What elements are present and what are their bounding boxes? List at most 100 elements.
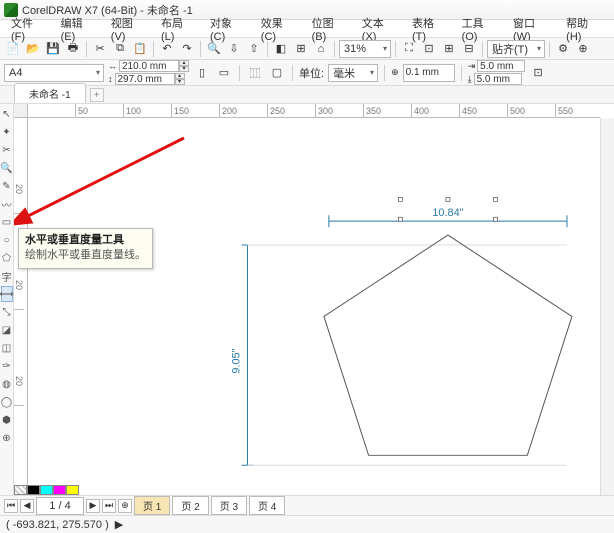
menu-file[interactable]: 文件(F)	[4, 15, 54, 43]
menu-bar: 文件(F) 编辑(E) 视图(V) 布局(L) 对象(C) 效果(C) 位图(B…	[0, 20, 614, 38]
tooltip-title: 水平或垂直度量工具	[25, 233, 146, 248]
outline-tool-icon[interactable]: ◯	[1, 394, 13, 410]
text-tool-icon[interactable]: 字	[1, 268, 13, 284]
dup-x-input[interactable]: 5.0 mm	[477, 60, 525, 72]
page-tab-4[interactable]: 页 4	[249, 496, 285, 515]
pick-tool-icon[interactable]: ↖	[1, 106, 13, 122]
dimension-tool-icon[interactable]: ⟷	[1, 286, 13, 302]
drawing-canvas[interactable]: 10.84" 9.05"	[28, 118, 600, 495]
menu-text[interactable]: 文本(X)	[355, 15, 405, 43]
color-swatch[interactable]	[27, 485, 40, 495]
page-height-input[interactable]: 297.0 mm	[115, 73, 175, 85]
artistic-media-icon[interactable]: 〰	[1, 196, 13, 212]
first-page-button[interactable]: ⏮	[4, 499, 18, 513]
welcome-icon[interactable]: ⌂	[312, 40, 330, 58]
menu-effects[interactable]: 效果(C)	[254, 15, 305, 43]
export-icon[interactable]: ⇧	[245, 40, 263, 58]
landscape-icon[interactable]: ▭	[215, 64, 233, 82]
zoom-tool-icon[interactable]: 🔍	[1, 160, 13, 176]
ellipse-tool-icon[interactable]: ○	[1, 232, 13, 248]
menu-help[interactable]: 帮助(H)	[559, 15, 610, 43]
menu-view[interactable]: 视图(V)	[104, 15, 154, 43]
vertical-ruler[interactable]: 20 20 20	[14, 118, 28, 495]
polygon-tool-icon[interactable]: ⬠	[1, 250, 13, 266]
toolbox: ↖ ✦ ✂ 🔍 ✎ 〰 ▭ ○ ⬠ 字 ⟷ ⤡ ◪ ◫ ✑ ◍ ◯ ⬢ ⊕	[0, 104, 14, 495]
add-doc-tab[interactable]: +	[90, 88, 104, 102]
spinner-down-icon[interactable]: ▾	[175, 79, 185, 85]
menu-tools[interactable]: 工具(O)	[455, 15, 506, 43]
paste-icon[interactable]: 📋	[131, 40, 149, 58]
paper-size-dropdown[interactable]: A4	[4, 64, 104, 82]
menu-edit[interactable]: 编辑(E)	[54, 15, 104, 43]
nudge-distance-input[interactable]: 0.1 mm	[403, 64, 455, 82]
copy-icon[interactable]: ⧉	[111, 40, 129, 58]
no-color-swatch[interactable]	[14, 485, 27, 495]
dim-v-text: 9.05"	[231, 348, 243, 373]
search-icon[interactable]: 🔍	[205, 40, 223, 58]
page-tab-2[interactable]: 页 2	[172, 496, 208, 515]
drop-shadow-icon[interactable]: ◪	[1, 322, 13, 338]
page-width-input[interactable]: 210.0 mm	[119, 60, 179, 72]
cursor-coordinates: ( -693.821, 275.570 )	[6, 519, 109, 531]
smart-fill-icon[interactable]: ⬢	[1, 412, 13, 428]
import-icon[interactable]: ⇩	[225, 40, 243, 58]
guides-icon[interactable]: ⊟	[460, 40, 478, 58]
horizontal-ruler[interactable]: 50 100150 200250 300350 400450 500550	[28, 104, 600, 118]
page-counter[interactable]: 1 / 4	[36, 497, 84, 515]
grid-icon[interactable]: ⊞	[440, 40, 458, 58]
nudge-icon: ⊕	[391, 67, 399, 78]
print-icon[interactable]: 🖶	[64, 40, 82, 58]
new-icon[interactable]: 📄	[4, 40, 22, 58]
next-page-button[interactable]: ▶	[86, 499, 100, 513]
prev-page-button[interactable]: ◀	[20, 499, 34, 513]
cut-icon[interactable]: ✂	[91, 40, 109, 58]
portrait-icon[interactable]: ▯	[193, 64, 211, 82]
add-page-button[interactable]: ⊕	[118, 499, 132, 513]
crop-tool-icon[interactable]: ✂	[1, 142, 13, 158]
rulers-icon[interactable]: ⊡	[420, 40, 438, 58]
menu-bitmaps[interactable]: 位图(B)	[305, 15, 355, 43]
app-launcher-icon[interactable]: ⊞	[292, 40, 310, 58]
dup-y-input[interactable]: 5.0 mm	[474, 73, 522, 85]
menu-object[interactable]: 对象(C)	[203, 15, 254, 43]
tool-tooltip: 水平或垂直度量工具 绘制水平或垂直度量线。	[18, 228, 153, 269]
fill-tool-icon[interactable]: ◍	[1, 376, 13, 392]
color-swatch[interactable]	[66, 485, 79, 495]
eyedropper-icon[interactable]: ✑	[1, 358, 13, 374]
doc-tab-active[interactable]: 未命名 -1	[14, 83, 86, 103]
color-swatch[interactable]	[53, 485, 66, 495]
ruler-origin[interactable]	[14, 104, 28, 118]
page-tab-1[interactable]: 页 1	[134, 496, 170, 515]
undo-icon[interactable]: ↶	[158, 40, 176, 58]
fullscreen-icon[interactable]: ⛶	[400, 40, 418, 58]
quick-customize-icon[interactable]: ⊕	[1, 430, 13, 446]
save-icon[interactable]: 💾	[44, 40, 62, 58]
color-swatch[interactable]	[40, 485, 53, 495]
all-pages-icon[interactable]: ⿲	[246, 64, 264, 82]
options-icon[interactable]: ⚙	[554, 40, 572, 58]
menu-layout[interactable]: 布局(L)	[154, 15, 203, 43]
height-icon: ↕	[108, 74, 113, 84]
rectangle-tool-icon[interactable]: ▭	[1, 214, 13, 230]
publish-icon[interactable]: ◧	[272, 40, 290, 58]
menu-table[interactable]: 表格(T)	[405, 15, 455, 43]
menu-window[interactable]: 窗口(W)	[506, 15, 559, 43]
spinner-down-icon[interactable]: ▾	[179, 66, 189, 72]
transparency-icon[interactable]: ◫	[1, 340, 13, 356]
vertical-scrollbar[interactable]	[600, 118, 614, 495]
status-bar: ( -693.821, 275.570 ) ▶	[0, 515, 614, 533]
connector-tool-icon[interactable]: ⤡	[1, 304, 13, 320]
units-dropdown[interactable]: 毫米	[328, 64, 378, 82]
current-page-icon[interactable]: ▢	[268, 64, 286, 82]
freehand-tool-icon[interactable]: ✎	[1, 178, 13, 194]
treat-as-filled-icon[interactable]: ⊡	[529, 64, 547, 82]
help-icon[interactable]: ⊕	[574, 40, 592, 58]
page-navigator: ⏮ ◀ 1 / 4 ▶ ⏭ ⊕ 页 1 页 2 页 3 页 4	[0, 495, 614, 515]
snap-to-dropdown[interactable]: 贴齐(T)	[487, 40, 545, 58]
last-page-button[interactable]: ⏭	[102, 499, 116, 513]
shape-tool-icon[interactable]: ✦	[1, 124, 13, 140]
page-tab-3[interactable]: 页 3	[211, 496, 247, 515]
redo-icon[interactable]: ↷	[178, 40, 196, 58]
zoom-level-input[interactable]: 31%	[339, 40, 391, 58]
open-icon[interactable]: 📂	[24, 40, 42, 58]
